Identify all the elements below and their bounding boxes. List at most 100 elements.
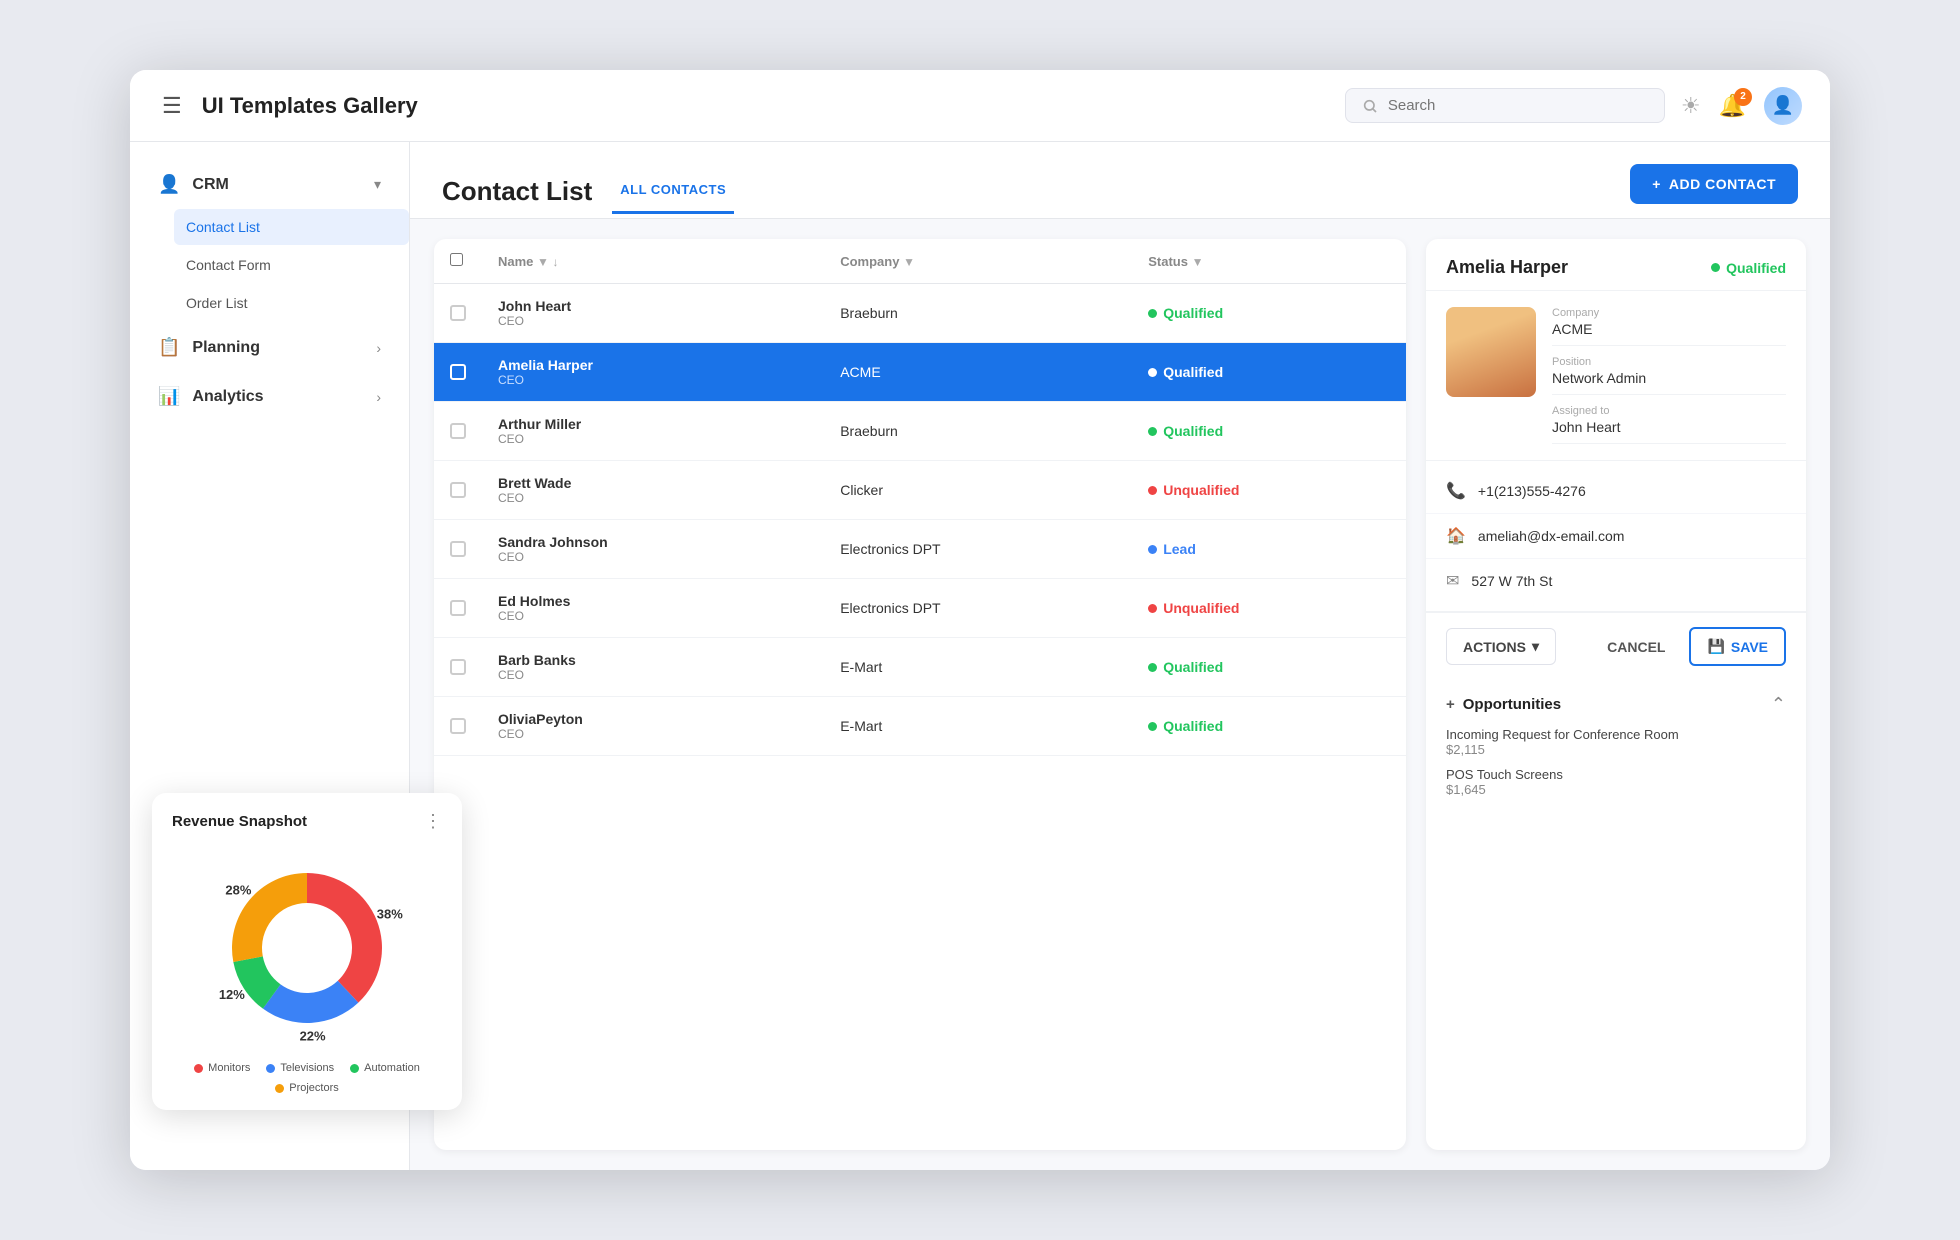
profile-fields: Company ACME Position Network Admin Assi…: [1552, 307, 1786, 444]
search-bar[interactable]: [1345, 88, 1665, 123]
add-contact-button[interactable]: + ADD CONTACT: [1630, 164, 1798, 204]
notifications-bell[interactable]: 🔔 2: [1719, 93, 1746, 119]
status-badge: Qualified: [1148, 305, 1223, 321]
profile-photo-image: [1446, 307, 1536, 397]
sidebar-planning-label: Planning: [192, 339, 364, 357]
position-label: Position: [1552, 356, 1786, 368]
status-dot: [1148, 427, 1157, 436]
status-dot: [1148, 604, 1157, 613]
contact-company: E-Mart: [824, 697, 1132, 756]
row-checkbox[interactable]: [450, 659, 466, 675]
table-row[interactable]: Amelia Harper CEO ACME Qualified: [434, 343, 1406, 402]
row-checkbox[interactable]: [450, 541, 466, 557]
detail-status-badge: Qualified: [1711, 260, 1786, 276]
contact-role: CEO: [498, 373, 808, 387]
th-name: Name ▼ ↓: [482, 239, 824, 284]
detail-panel: Amelia Harper Qualified Company: [1426, 239, 1806, 1150]
email-row: 🏠 ameliah@dx-email.com: [1426, 514, 1806, 559]
sidebar-analytics-header[interactable]: 📊 Analytics ›: [138, 374, 401, 419]
add-contact-label: ADD CONTACT: [1669, 176, 1776, 192]
hamburger-icon[interactable]: ☰: [158, 89, 186, 123]
analytics-icon: 📊: [158, 386, 180, 407]
status-badge: Qualified: [1148, 718, 1223, 734]
company-label: Company: [1552, 307, 1786, 319]
donut-chart: 38%22%12%28%: [172, 848, 442, 1048]
sidebar-item-order-list[interactable]: Order List: [174, 285, 409, 321]
row-checkbox[interactable]: [450, 718, 466, 734]
profile-position-field: Position Network Admin: [1552, 356, 1786, 395]
analytics-chevron-icon: ›: [376, 389, 381, 405]
opportunities-collapse-icon[interactable]: ⌃: [1771, 694, 1786, 715]
contact-company: ACME: [824, 343, 1132, 402]
sidebar-crm-label: CRM: [192, 176, 362, 194]
sidebar-section-crm: 👤 CRM ▾ Contact List Contact Form Order …: [130, 162, 409, 321]
status-filter-icon[interactable]: ▼: [1192, 255, 1204, 269]
detail-actions-bar: ACTIONS ▾ CANCEL 💾 SAVE: [1426, 612, 1806, 680]
table-row[interactable]: Brett Wade CEO Clicker Unqualified: [434, 461, 1406, 520]
contact-name: Brett Wade: [498, 475, 808, 491]
position-value: Network Admin: [1552, 370, 1786, 386]
name-filter-icon[interactable]: ▼: [537, 255, 549, 269]
row-checkbox[interactable]: [450, 600, 466, 616]
user-avatar[interactable]: 👤: [1764, 87, 1802, 125]
legend-label: Televisions: [280, 1062, 334, 1074]
table-row[interactable]: OliviaPeyton CEO E-Mart Qualified: [434, 697, 1406, 756]
address-value: 527 W 7th St: [1471, 573, 1552, 589]
actions-button[interactable]: ACTIONS ▾: [1446, 628, 1556, 665]
row-checkbox[interactable]: [450, 482, 466, 498]
detail-contact-name: Amelia Harper: [1446, 257, 1701, 278]
contact-company: Braeburn: [824, 284, 1132, 343]
sidebar-item-contact-list[interactable]: Contact List: [174, 209, 409, 245]
theme-icon[interactable]: ☀: [1681, 93, 1701, 119]
table-row[interactable]: Ed Holmes CEO Electronics DPT Unqualifie…: [434, 579, 1406, 638]
email-icon: 🏠: [1446, 526, 1466, 546]
plus-icon: +: [1652, 176, 1661, 192]
sidebar-crm-header[interactable]: 👤 CRM ▾: [138, 162, 401, 207]
opportunities-title: + Opportunities: [1446, 696, 1561, 713]
detail-status-text: Qualified: [1726, 260, 1786, 276]
opportunity-name: POS Touch Screens: [1446, 767, 1786, 782]
legend-dot: [350, 1064, 359, 1073]
detail-header: Amelia Harper Qualified: [1426, 239, 1806, 291]
status-dot: [1148, 309, 1157, 318]
table-row[interactable]: Barb Banks CEO E-Mart Qualified: [434, 638, 1406, 697]
company-filter-icon[interactable]: ▼: [903, 255, 915, 269]
legend-dot: [275, 1084, 284, 1093]
row-checkbox[interactable]: [450, 364, 466, 380]
legend-dot: [194, 1064, 203, 1073]
sidebar-item-contact-form[interactable]: Contact Form: [174, 247, 409, 283]
phone-icon: 📞: [1446, 481, 1466, 501]
contact-name: Ed Holmes: [498, 593, 808, 609]
widget-header: Revenue Snapshot ⋮: [172, 811, 442, 832]
name-sort-icon[interactable]: ↓: [553, 255, 559, 269]
th-status: Status ▼: [1132, 239, 1406, 284]
donut-svg: 38%22%12%28%: [207, 848, 407, 1048]
cancel-button[interactable]: CANCEL: [1595, 630, 1677, 664]
main-content: Contact List ALL CONTACTS + ADD CONTACT: [410, 142, 1830, 1170]
opportunity-amount: $1,645: [1446, 782, 1786, 797]
status-dot: [1148, 545, 1157, 554]
sidebar-planning-header[interactable]: 📋 Planning ›: [138, 325, 401, 370]
table-row[interactable]: Arthur Miller CEO Braeburn Qualified: [434, 402, 1406, 461]
status-dot: [1148, 486, 1157, 495]
search-input[interactable]: [1388, 97, 1608, 114]
tab-all-contacts[interactable]: ALL CONTACTS: [612, 168, 734, 214]
select-all-checkbox[interactable]: [450, 253, 463, 266]
contact-name: Barb Banks: [498, 652, 808, 668]
row-checkbox[interactable]: [450, 423, 466, 439]
row-checkbox[interactable]: [450, 305, 466, 321]
opportunities-plus-icon[interactable]: +: [1446, 696, 1455, 713]
table-row[interactable]: Sandra Johnson CEO Electronics DPT Lead: [434, 520, 1406, 579]
widget-menu-icon[interactable]: ⋮: [424, 811, 442, 832]
donut-pct-label: 28%: [225, 883, 251, 898]
search-icon: [1362, 98, 1378, 114]
opportunity-item: Incoming Request for Conference Room $2,…: [1446, 727, 1786, 757]
status-dot: [1148, 368, 1157, 377]
legend-item: Monitors: [194, 1062, 250, 1074]
save-button[interactable]: 💾 SAVE: [1689, 627, 1786, 666]
table-row[interactable]: John Heart CEO Braeburn Qualified: [434, 284, 1406, 343]
status-badge: Qualified: [1148, 364, 1223, 380]
opportunities-header: + Opportunities ⌃: [1446, 694, 1786, 715]
company-value: ACME: [1552, 321, 1786, 337]
contact-role: CEO: [498, 432, 808, 446]
